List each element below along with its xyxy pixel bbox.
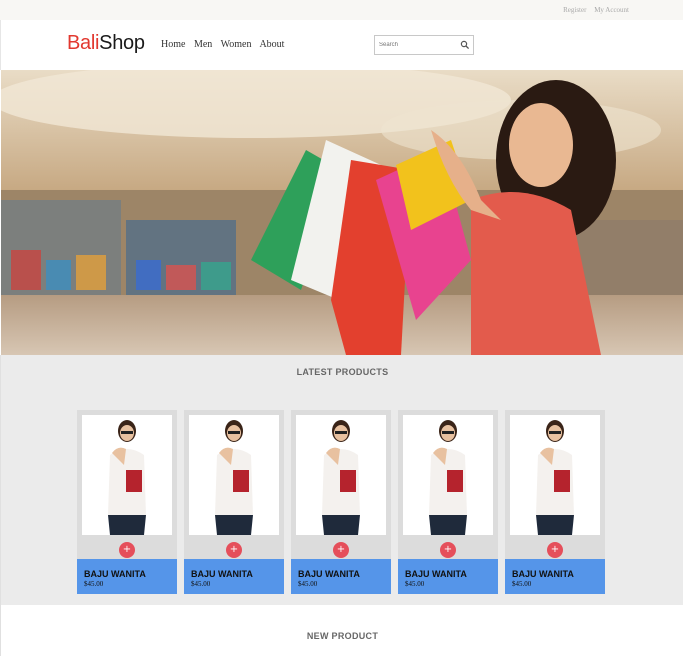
add-to-cart-button[interactable]: +	[547, 542, 563, 558]
product-card[interactable]: + BAJU WANITA $45.00	[291, 410, 391, 594]
product-price: $45.00	[298, 580, 318, 588]
product-name: BAJU WANITA	[298, 569, 360, 579]
add-to-cart-button[interactable]: +	[440, 542, 456, 558]
product-card[interactable]: + BAJU WANITA $45.00	[398, 410, 498, 594]
my-account-link[interactable]: My Account	[594, 6, 629, 14]
product-photo	[429, 420, 467, 535]
product-info[interactable]: BAJU WANITA $45.00	[291, 559, 391, 594]
product-name: BAJU WANITA	[84, 569, 146, 579]
product-image[interactable]	[189, 415, 279, 535]
product-info[interactable]: BAJU WANITA $45.00	[505, 559, 605, 594]
product-photo	[215, 420, 253, 535]
logo-shop: Shop	[99, 32, 145, 54]
logo[interactable]: BaliShop	[67, 32, 145, 55]
hero-image	[1, 70, 683, 355]
nav-about[interactable]: About	[259, 39, 284, 50]
product-info[interactable]: BAJU WANITA $45.00	[77, 559, 177, 594]
logo-bali: Bali	[67, 32, 100, 54]
product-name: BAJU WANITA	[405, 569, 467, 579]
site-header: BaliShop Home Men Women About	[0, 20, 683, 70]
add-to-cart-button[interactable]: +	[226, 542, 242, 558]
nav-women[interactable]: Women	[221, 39, 252, 50]
product-price: $45.00	[512, 580, 532, 588]
add-to-cart-button[interactable]: +	[333, 542, 349, 558]
search-input[interactable]	[375, 36, 459, 54]
new-product-title: NEW PRODUCT	[306, 631, 379, 641]
search-box	[374, 35, 474, 55]
product-photo	[322, 420, 360, 535]
product-info[interactable]: BAJU WANITA $45.00	[398, 559, 498, 594]
magnifier-icon[interactable]	[460, 40, 470, 50]
product-price: $45.00	[405, 580, 425, 588]
product-card[interactable]: + BAJU WANITA $45.00	[77, 410, 177, 594]
product-name: BAJU WANITA	[191, 569, 253, 579]
register-link[interactable]: Register	[563, 6, 586, 14]
add-to-cart-button[interactable]: +	[119, 542, 135, 558]
nav-men[interactable]: Men	[194, 39, 212, 50]
product-image[interactable]	[296, 415, 386, 535]
product-card[interactable]: + BAJU WANITA $45.00	[184, 410, 284, 594]
new-product-section: NEW PRODUCT	[0, 605, 683, 656]
hero-banner	[1, 70, 683, 355]
account-links: Register My Account	[557, 6, 629, 14]
product-photo	[536, 420, 574, 535]
product-photo	[108, 420, 146, 535]
product-image[interactable]	[403, 415, 493, 535]
product-price: $45.00	[84, 580, 104, 588]
top-bar: Register My Account	[0, 0, 683, 20]
product-image[interactable]	[510, 415, 600, 535]
main-nav: Home Men Women About	[161, 39, 290, 50]
product-price: $45.00	[191, 580, 211, 588]
product-image[interactable]	[82, 415, 172, 535]
product-info[interactable]: BAJU WANITA $45.00	[184, 559, 284, 594]
product-card[interactable]: + BAJU WANITA $45.00	[505, 410, 605, 594]
product-name: BAJU WANITA	[512, 569, 574, 579]
latest-products-title: LATEST PRODUCTS	[296, 367, 389, 377]
nav-home[interactable]: Home	[161, 39, 185, 50]
latest-products-section: LATEST PRODUCTS + BAJU WANITA $45.00 + B…	[0, 355, 683, 605]
